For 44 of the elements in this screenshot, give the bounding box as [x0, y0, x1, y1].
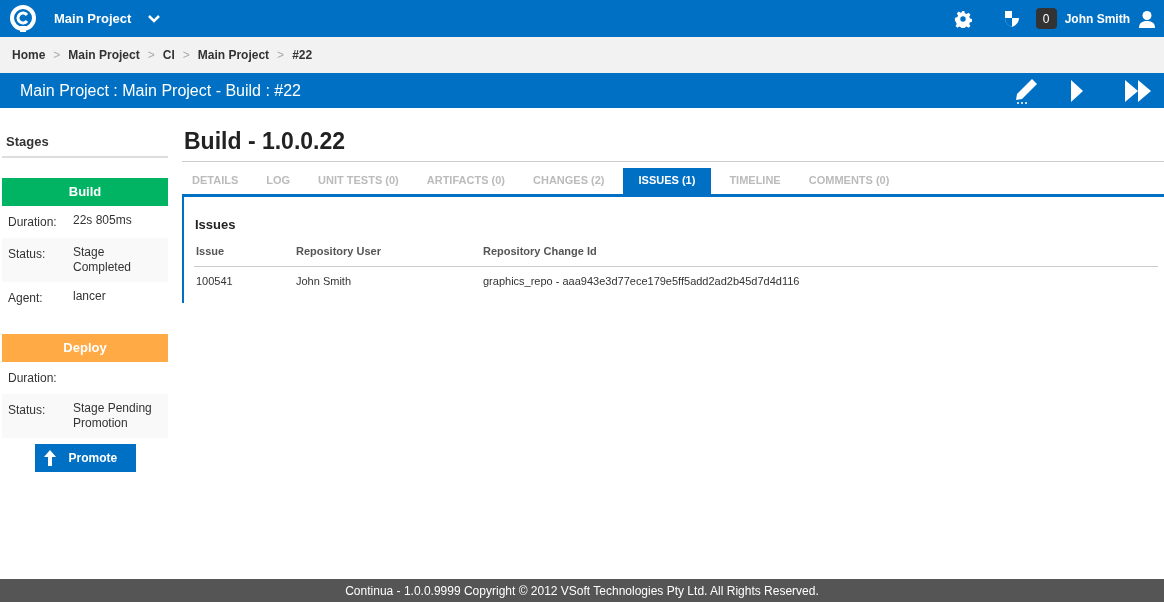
column-header: Issue — [196, 245, 225, 257]
column-header: Repository Change Id — [483, 245, 597, 257]
field-label: Status: — [8, 245, 47, 263]
breadcrumb-link[interactable]: Main Project — [68, 46, 140, 64]
breadcrumb-separator: > — [277, 47, 285, 64]
field-label: Agent: — [8, 289, 44, 307]
pencil-icon[interactable] — [1014, 77, 1038, 104]
build-heading: Build - 1.0.0.22 — [182, 124, 1164, 162]
table-cell: John Smith — [296, 274, 352, 287]
field-label: Duration: — [8, 369, 58, 387]
page-title: Main Project : Main Project - Build : #22 — [20, 80, 301, 101]
field-value: 22s 805ms — [73, 212, 133, 229]
arrow-up-icon — [42, 448, 57, 467]
settings-icon[interactable] — [953, 9, 972, 28]
promote-button[interactable]: Promote — [34, 443, 136, 472]
field-value: Stage Pending Promotion — [73, 400, 153, 431]
table-cell: graphics_repo - aaa943e3d77ece179e5ff5add2ad2b45d7d4d116 — [483, 274, 800, 287]
sidebar-title: Stages — [2, 132, 168, 158]
breadcrumb-link[interactable]: CI — [162, 46, 175, 64]
breadcrumb-link[interactable]: #22 — [292, 46, 313, 64]
logo-icon[interactable] — [8, 3, 38, 34]
field-value: Stage Completed — [73, 244, 133, 275]
field-label: Status: — [8, 401, 47, 419]
project-selector[interactable]: Main Project — [54, 8, 162, 29]
copyright-text: Continua - 1.0.0.9999 Copyright © 2012 VSoft Technologies Pty Ltd. All Rights Reserved. — [345, 582, 819, 600]
breadcrumb-separator: > — [53, 47, 61, 64]
field-value: lancer — [73, 288, 107, 305]
user-icon[interactable] — [1138, 9, 1156, 28]
breadcrumb-link[interactable]: Home — [12, 46, 46, 64]
shield-icon[interactable] — [1003, 9, 1020, 28]
issues-title: Issues — [194, 215, 237, 234]
stage-header[interactable]: Build — [2, 177, 168, 206]
play-icon[interactable] — [1070, 78, 1084, 103]
breadcrumb-separator: > — [147, 47, 155, 64]
tab[interactable]: ISSUES (1) — [622, 167, 712, 194]
fast-forward-icon[interactable] — [1124, 78, 1152, 103]
table-cell: 100541 — [196, 274, 233, 287]
field-label: Duration: — [8, 213, 58, 231]
breadcrumb-link[interactable]: Main Project — [197, 46, 270, 64]
notification-count[interactable]: 0 — [1035, 8, 1057, 29]
user-name[interactable]: John Smith — [1064, 9, 1130, 28]
column-header: Repository User — [296, 245, 381, 257]
breadcrumb-separator: > — [182, 47, 190, 64]
chevron-down-icon — [147, 13, 162, 24]
